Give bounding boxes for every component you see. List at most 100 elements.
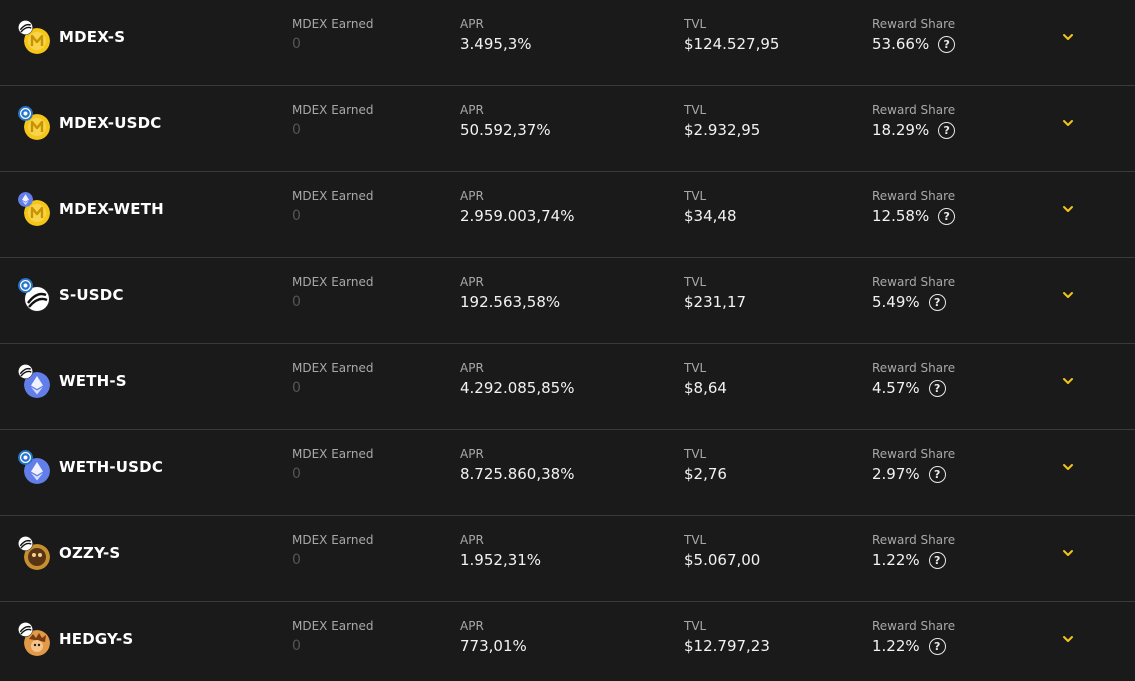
help-icon[interactable]: ?	[928, 293, 946, 311]
chevron-down-icon[interactable]	[1059, 28, 1077, 46]
share-value: 12.58%	[872, 207, 930, 225]
farm-row-s-usdc[interactable]: S-USDC MDEX Earned 0 APR 192.563,58% TVL…	[0, 258, 1135, 344]
apr-label: APR	[460, 189, 484, 203]
farm-row-mdex-usdc[interactable]: MDEX-USDC MDEX Earned 0 APR 50.592,37% T…	[0, 86, 1135, 172]
apr-label: APR	[460, 103, 484, 117]
earned-value: 0	[292, 380, 301, 396]
tvl-column: TVL $34,48	[684, 189, 737, 227]
pair-name: WETH-USDC	[59, 458, 164, 476]
apr-value: 50.592,37%	[460, 121, 551, 139]
help-icon[interactable]: ?	[938, 35, 956, 53]
share-column: Reward Share 2.97% ?	[872, 447, 955, 485]
chevron-down-icon[interactable]	[1059, 372, 1077, 390]
chevron-down-icon[interactable]	[1059, 114, 1077, 132]
chevron-down-icon[interactable]	[1059, 544, 1077, 562]
share-label: Reward Share	[872, 447, 956, 461]
tvl-column: TVL $231,17	[684, 275, 746, 313]
s-token-icon	[18, 536, 33, 551]
pair-name: MDEX-S	[59, 28, 126, 46]
earned-label: MDEX Earned	[292, 361, 374, 375]
token-pair-icon	[18, 20, 52, 54]
chevron-down-icon[interactable]	[1059, 458, 1077, 476]
earned-value: 0	[292, 466, 301, 482]
tvl-value: $2.932,95	[684, 121, 761, 139]
pair-cell: MDEX-WETH	[18, 192, 164, 226]
share-value: 53.66%	[872, 35, 930, 53]
token-pair-icon	[18, 278, 52, 312]
tvl-column: TVL $5.067,00	[684, 533, 760, 571]
share-label: Reward Share	[872, 533, 956, 547]
apr-value: 8.725.860,38%	[460, 465, 575, 483]
earned-label: MDEX Earned	[292, 17, 374, 31]
earned-value: 0	[292, 552, 301, 568]
earned-label: MDEX Earned	[292, 619, 374, 633]
farm-row-hedgy-s[interactable]: HEDGY-S MDEX Earned 0 APR 773,01% TVL $1…	[0, 602, 1135, 681]
pair-cell: HEDGY-S	[18, 622, 133, 656]
tvl-column: TVL $12.797,23	[684, 619, 770, 657]
pair-cell: MDEX-S	[18, 20, 125, 54]
tvl-label: TVL	[684, 619, 707, 633]
apr-column: APR 4.292.085,85%	[460, 361, 574, 399]
apr-value: 3.495,3%	[460, 35, 532, 53]
earned-value: 0	[292, 36, 301, 52]
apr-column: APR 192.563,58%	[460, 275, 560, 313]
earned-column: MDEX Earned 0	[292, 533, 373, 571]
help-icon[interactable]: ?	[938, 121, 956, 139]
usdc-token-icon	[18, 450, 33, 465]
earned-column: MDEX Earned 0	[292, 361, 373, 399]
tvl-label: TVL	[684, 189, 707, 203]
pair-name: MDEX-WETH	[59, 200, 164, 218]
earned-column: MDEX Earned 0	[292, 17, 373, 55]
share-value: 1.22%	[872, 551, 920, 569]
apr-value: 4.292.085,85%	[460, 379, 575, 397]
farm-row-mdex-weth[interactable]: MDEX-WETH MDEX Earned 0 APR 2.959.003,74…	[0, 172, 1135, 258]
pair-name: WETH-S	[59, 372, 127, 390]
tvl-column: TVL $124.527,95	[684, 17, 779, 55]
earned-column: MDEX Earned 0	[292, 275, 373, 313]
apr-label: APR	[460, 533, 484, 547]
share-value: 1.22%	[872, 637, 920, 655]
share-column: Reward Share 5.49% ?	[872, 275, 955, 313]
earned-column: MDEX Earned 0	[292, 447, 373, 485]
token-pair-icon	[18, 450, 52, 484]
weth-token-icon	[18, 192, 33, 207]
earned-label: MDEX Earned	[292, 533, 374, 547]
help-icon[interactable]: ?	[928, 551, 946, 569]
tvl-label: TVL	[684, 103, 707, 117]
share-column: Reward Share 53.66% ?	[872, 17, 956, 55]
farm-row-mdex-s[interactable]: MDEX-S MDEX Earned 0 APR 3.495,3% TVL $1…	[0, 0, 1135, 86]
earned-column: MDEX Earned 0	[292, 103, 373, 141]
help-icon[interactable]: ?	[928, 465, 946, 483]
tvl-value: $5.067,00	[684, 551, 761, 569]
tvl-label: TVL	[684, 17, 707, 31]
help-icon[interactable]: ?	[928, 637, 946, 655]
share-label: Reward Share	[872, 189, 956, 203]
earned-value: 0	[292, 208, 301, 224]
earned-value: 0	[292, 122, 301, 138]
chevron-down-icon[interactable]	[1059, 200, 1077, 218]
apr-value: 192.563,58%	[460, 293, 561, 311]
pair-name: S-USDC	[59, 286, 124, 304]
apr-column: APR 3.495,3%	[460, 17, 532, 55]
farm-row-weth-usdc[interactable]: WETH-USDC MDEX Earned 0 APR 8.725.860,38…	[0, 430, 1135, 516]
apr-column: APR 8.725.860,38%	[460, 447, 574, 485]
earned-label: MDEX Earned	[292, 189, 374, 203]
tvl-value: $12.797,23	[684, 637, 770, 655]
apr-column: APR 2.959.003,74%	[460, 189, 574, 227]
pair-name: OZZY-S	[59, 544, 121, 562]
pair-name: HEDGY-S	[59, 630, 134, 648]
tvl-value: $34,48	[684, 207, 737, 225]
apr-column: APR 773,01%	[460, 619, 527, 657]
help-icon[interactable]: ?	[928, 379, 946, 397]
help-icon[interactable]: ?	[938, 207, 956, 225]
share-value: 2.97%	[872, 465, 920, 483]
s-token-icon	[18, 364, 33, 379]
apr-label: APR	[460, 361, 484, 375]
farm-row-ozzy-s[interactable]: OZZY-S MDEX Earned 0 APR 1.952,31% TVL $…	[0, 516, 1135, 602]
share-column: Reward Share 18.29% ?	[872, 103, 956, 141]
chevron-down-icon[interactable]	[1059, 630, 1077, 648]
usdc-token-icon	[18, 278, 33, 293]
farm-row-weth-s[interactable]: WETH-S MDEX Earned 0 APR 4.292.085,85% T…	[0, 344, 1135, 430]
tvl-label: TVL	[684, 533, 707, 547]
chevron-down-icon[interactable]	[1059, 286, 1077, 304]
